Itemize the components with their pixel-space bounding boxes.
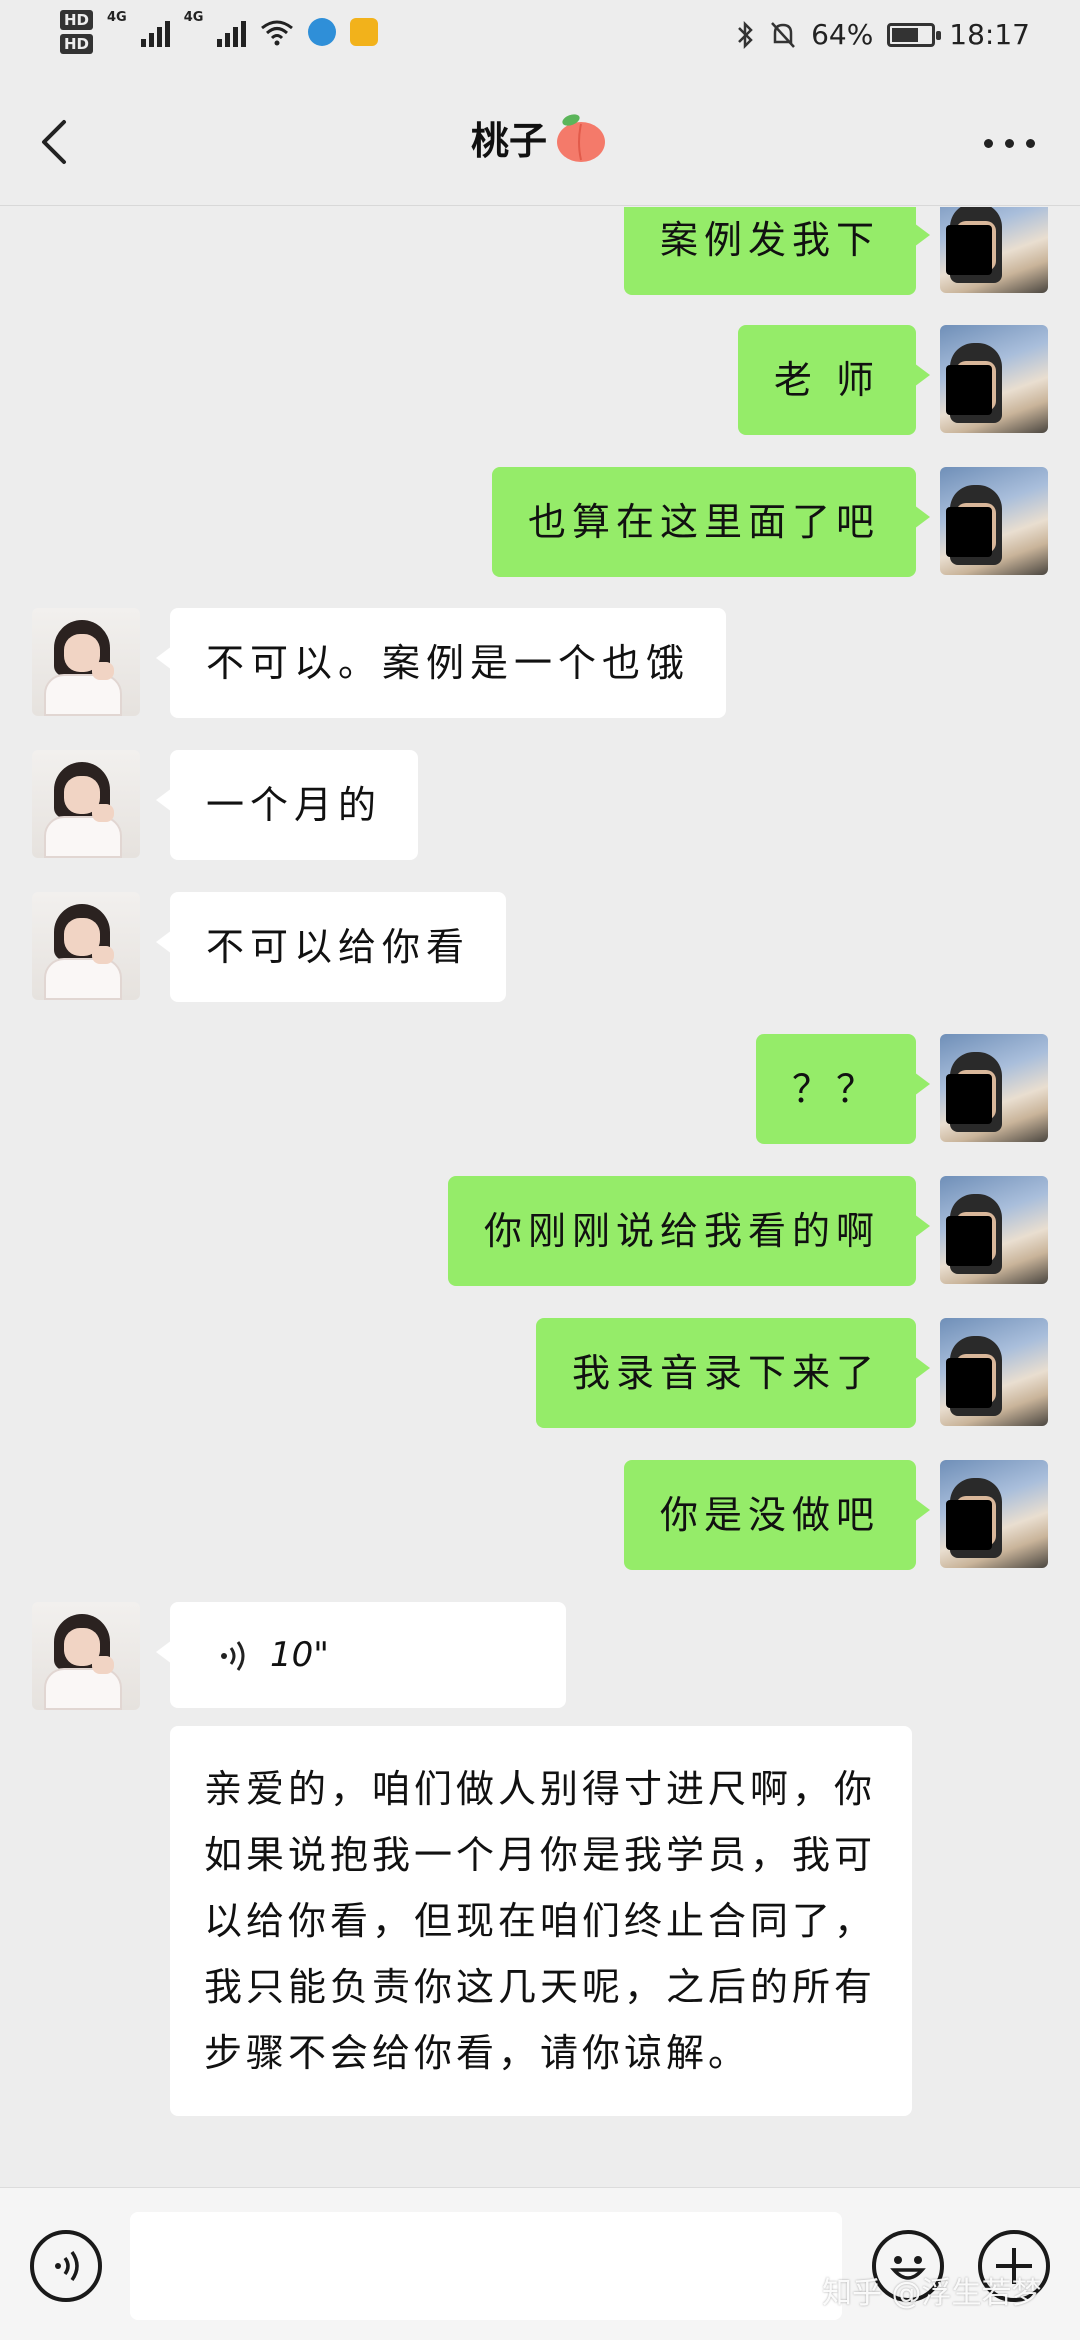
hd2-label: HD xyxy=(60,34,94,54)
clock: 18:17 xyxy=(949,18,1030,51)
received-message-bubble[interactable]: 亲爱的，咱们做人别得寸进尺啊，你如果说抱我一个月你是我学员，我可以给你看，但现在… xyxy=(170,1726,912,2116)
chat-header: 桃子 xyxy=(0,72,1080,206)
status-bar: HD HD 4G 4G 64% 18:17 xyxy=(0,0,1080,72)
more-options-button[interactable] xyxy=(984,128,1044,158)
status-right: 64% 18:17 xyxy=(735,18,1030,51)
contact-avatar[interactable] xyxy=(32,608,140,716)
network-type-2: 4G xyxy=(183,10,204,25)
my-avatar[interactable] xyxy=(940,1460,1048,1568)
my-avatar[interactable] xyxy=(940,207,1048,293)
sent-message-bubble[interactable]: 你刚刚说给我看的啊 xyxy=(447,1176,931,1286)
battery-percent: 64% xyxy=(811,18,874,51)
peach-icon xyxy=(557,113,605,162)
sent-message-bubble[interactable]: 你是没做吧 xyxy=(623,1460,931,1570)
chat-messages[interactable]: 案例发我下 老 师 也算在这里面了吧 不可以。案例是一个也饿 一个月的 不可以给… xyxy=(0,207,1080,2187)
voice-toggle-button[interactable] xyxy=(30,2230,102,2302)
my-avatar[interactable] xyxy=(940,467,1048,575)
more-dot-icon xyxy=(1026,138,1035,148)
input-bar xyxy=(0,2187,1080,2340)
received-message-bubble[interactable]: 不可以。案例是一个也饿 xyxy=(155,608,727,718)
network-type-1: 4G xyxy=(107,10,127,25)
battery-icon xyxy=(887,22,942,47)
sent-message-bubble[interactable]: 也算在这里面了吧 xyxy=(491,467,931,577)
watermark: 知乎 @浮生若梦 xyxy=(822,2276,1042,2311)
voice-duration: 10" xyxy=(270,1635,329,1675)
status-left: HD HD 4G 4G xyxy=(60,10,379,54)
hd-indicators: HD HD xyxy=(60,10,94,54)
voice-wave-icon xyxy=(221,1641,245,1671)
chat-title: 桃子 xyxy=(0,110,1080,165)
more-dot-icon xyxy=(1005,138,1014,148)
sent-message-bubble[interactable]: ？？ xyxy=(755,1034,931,1144)
contact-avatar[interactable] xyxy=(32,1602,140,1710)
contact-avatar[interactable] xyxy=(32,892,140,1000)
signal-icon-1 xyxy=(140,17,170,47)
my-avatar[interactable] xyxy=(940,1176,1048,1284)
browser-notification-icon xyxy=(308,18,337,46)
battery-fill xyxy=(892,27,919,42)
hd1-label: HD xyxy=(60,10,94,30)
my-avatar[interactable] xyxy=(940,1034,1048,1142)
sent-message-bubble[interactable]: 案例发我下 xyxy=(623,207,931,295)
sent-message-bubble[interactable]: 老 师 xyxy=(737,325,931,435)
received-message-bubble[interactable]: 一个月的 xyxy=(155,750,419,860)
received-message-bubble[interactable]: 不可以给你看 xyxy=(155,892,507,1002)
my-avatar[interactable] xyxy=(940,325,1048,433)
signal-icon-2 xyxy=(217,17,247,47)
message-input[interactable] xyxy=(130,2212,842,2320)
contact-name: 桃子 xyxy=(470,119,547,163)
bluetooth-icon xyxy=(738,20,753,49)
sent-message-bubble[interactable]: 我录音录下来了 xyxy=(535,1318,931,1428)
voice-message-bubble[interactable]: 10" xyxy=(156,1602,566,1708)
mute-bell-icon xyxy=(771,21,795,48)
mail-notification-icon xyxy=(350,18,379,46)
wifi-icon xyxy=(261,20,294,46)
contact-avatar[interactable] xyxy=(32,750,140,858)
more-dot-icon xyxy=(984,138,993,148)
voice-toggle-icon xyxy=(55,2250,79,2282)
my-avatar[interactable] xyxy=(940,1318,1048,1426)
